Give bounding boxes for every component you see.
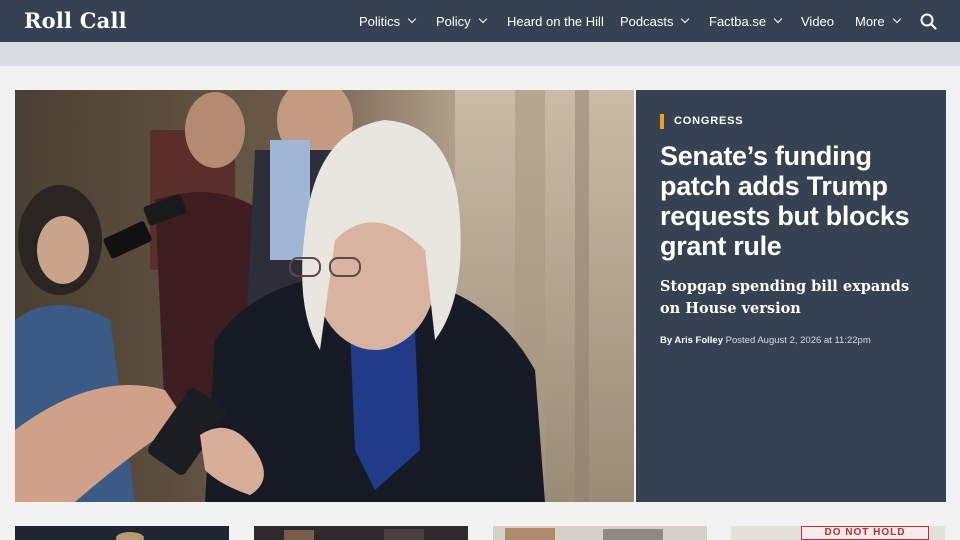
nav-item-heard-on-the-hill[interactable]: Heard on the Hill <box>507 0 604 42</box>
section-kicker[interactable]: CONGRESS <box>660 113 743 129</box>
do-not-hold-stamp: DO NOT HOLD <box>801 526 929 540</box>
chevron-down-icon <box>407 14 417 24</box>
chevron-down-icon <box>478 14 487 24</box>
top-navigation-bar: Roll Call Politics Policy Heard on the H… <box>0 0 960 42</box>
site-logo[interactable]: Roll Call <box>24 8 127 33</box>
nav-item-factbase[interactable]: Factba.se <box>709 0 783 42</box>
nav-item-video[interactable]: Video <box>801 0 834 42</box>
nav-item-label: Podcasts <box>620 13 674 29</box>
nav-item-label: Policy <box>436 13 471 29</box>
chevron-down-icon <box>892 14 901 24</box>
thumbnail-image <box>254 526 468 540</box>
nav-item-policy[interactable]: Policy <box>436 0 487 42</box>
story-thumbnail-4[interactable]: DO NOT HOLD <box>731 526 945 540</box>
posted-date: Posted August 2, 2026 at 11:22pm <box>725 335 871 346</box>
nav-item-more[interactable]: More <box>855 0 901 42</box>
byline: By Aris Folley Posted August 2, 2026 at … <box>660 335 871 346</box>
search-icon <box>920 13 937 30</box>
nav-item-label: Video <box>801 13 835 29</box>
nav-item-podcasts[interactable]: Podcasts <box>620 0 690 42</box>
hero-story-panel: CONGRESS Senate’s funding patch adds Tru… <box>636 90 946 502</box>
nav-item-politics[interactable]: Politics <box>359 0 417 42</box>
nav-item-label: Heard on the Hill <box>507 13 604 29</box>
secondary-bar <box>0 42 960 66</box>
kicker-label: CONGRESS <box>674 115 744 127</box>
story-thumbnail-1[interactable] <box>15 526 229 540</box>
hero-photo[interactable] <box>15 90 634 502</box>
hero-image <box>15 90 634 502</box>
chevron-down-icon <box>681 14 690 24</box>
search-button[interactable] <box>919 12 939 32</box>
hero-headline[interactable]: Senate’s funding patch adds Trump reques… <box>660 141 932 261</box>
story-thumbnail-3[interactable] <box>493 526 707 540</box>
kicker-accent-bar <box>660 113 664 129</box>
nav-item-label: Factba.se <box>709 13 767 29</box>
nav-item-label: More <box>855 13 885 29</box>
nav-item-label: Politics <box>359 13 401 29</box>
author-link[interactable]: By Aris Folley <box>660 335 723 346</box>
story-thumbnail-2[interactable] <box>254 526 468 540</box>
chevron-down-icon <box>773 14 783 24</box>
thumbnail-image <box>15 526 229 540</box>
thumbnail-image <box>493 526 707 540</box>
hero-dek: Stopgap spending bill expands on House v… <box>660 278 910 317</box>
